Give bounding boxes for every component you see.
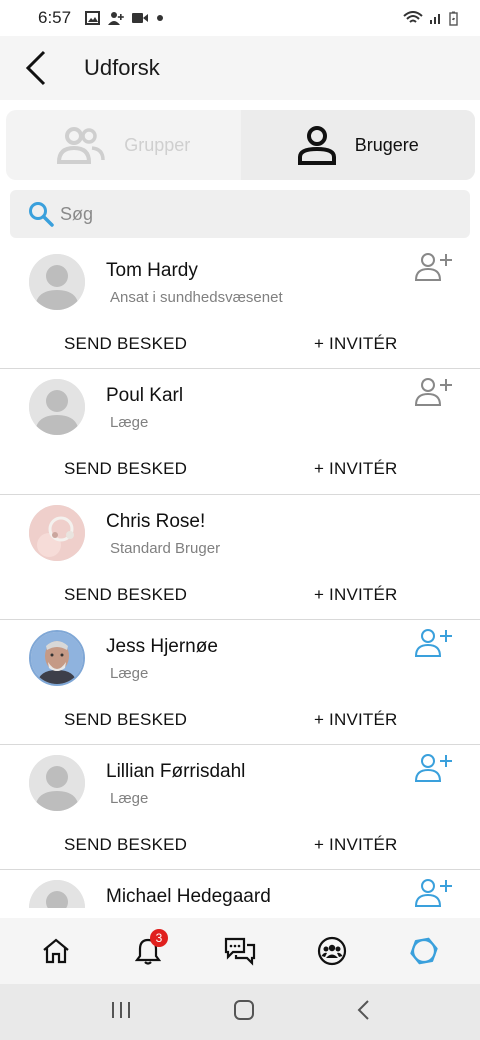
status-bar: 6:57 bbox=[0, 0, 480, 36]
invite-button[interactable]: + INVITÉR bbox=[314, 334, 398, 354]
chat-icon bbox=[224, 937, 256, 966]
profile-icon bbox=[410, 937, 438, 965]
user-role: Læge bbox=[110, 790, 149, 808]
user-role: Standard Bruger bbox=[110, 539, 221, 557]
tab-brugere-label: Brugere bbox=[354, 134, 419, 155]
user-name: Chris Rose! bbox=[106, 510, 206, 532]
send-message-button[interactable]: SEND BESKED bbox=[64, 334, 187, 354]
add-friend-icon[interactable] bbox=[414, 377, 454, 407]
avatar[interactable] bbox=[29, 755, 85, 812]
avatar[interactable] bbox=[29, 379, 85, 436]
user-role: Læge bbox=[110, 414, 149, 432]
user-role: Ansat i sundhedsvæsenet bbox=[110, 289, 283, 306]
invite-button[interactable]: + INVITÉR bbox=[314, 585, 398, 605]
search-input[interactable] bbox=[60, 203, 440, 225]
recents-button[interactable] bbox=[110, 1000, 132, 1025]
add-friend-icon[interactable] bbox=[414, 753, 454, 783]
search-bar bbox=[10, 190, 470, 238]
user-actions: SEND BESKED + INVITÉR bbox=[0, 835, 480, 859]
invite-button[interactable]: + INVITÉR bbox=[314, 710, 398, 730]
avatar[interactable] bbox=[29, 254, 85, 310]
user-name: Lillian Førrisdahl bbox=[106, 761, 246, 783]
user-card: Lillian Førrisdahl Læge SEND BESKED + IN… bbox=[0, 745, 480, 871]
groups-outline-icon bbox=[57, 127, 105, 164]
page-title: Udforsk bbox=[84, 55, 160, 80]
recents-icon bbox=[112, 1001, 131, 1018]
user-card: Michael Hedegaard bbox=[0, 870, 480, 908]
system-nav bbox=[0, 984, 480, 1040]
user-actions: SEND BESKED + INVITÉR bbox=[0, 710, 480, 734]
user-actions: SEND BESKED + INVITÉR bbox=[0, 585, 480, 609]
add-friend-icon[interactable] bbox=[414, 628, 454, 658]
battery-icon bbox=[449, 11, 458, 26]
user-list: Tom Hardy Ansat i sundhedsvæsenet SEND B… bbox=[0, 244, 480, 908]
user-card: Chris Rose! Standard Bruger SEND BESKED … bbox=[0, 495, 480, 620]
nav-home[interactable] bbox=[26, 921, 86, 981]
nav-messages[interactable] bbox=[210, 921, 270, 981]
back-arrow-icon bbox=[25, 50, 46, 86]
nav-groups[interactable] bbox=[302, 921, 362, 981]
app-header: Udforsk bbox=[0, 36, 480, 100]
status-time: 6:57 bbox=[38, 8, 72, 27]
user-card: Jess Hjernøe Læge SEND BESKED + INVITÉR bbox=[0, 620, 480, 746]
groups-icon bbox=[317, 936, 347, 966]
tab-grupper-label: Grupper bbox=[124, 134, 191, 155]
person-add-status-icon bbox=[108, 12, 124, 25]
search-icon bbox=[29, 202, 54, 227]
user-name: Tom Hardy bbox=[106, 260, 198, 281]
user-name: Michael Hedegaard bbox=[106, 886, 271, 908]
signal-icon bbox=[430, 14, 440, 24]
back-system-icon bbox=[357, 999, 369, 1020]
person-outline-icon bbox=[297, 126, 336, 165]
dot-icon bbox=[157, 15, 164, 21]
avatar[interactable] bbox=[29, 629, 85, 686]
home-icon bbox=[43, 938, 69, 964]
invite-button[interactable]: + INVITÉR bbox=[314, 835, 398, 855]
status-notification-icons bbox=[85, 11, 164, 25]
video-icon bbox=[132, 13, 149, 23]
home-system-button[interactable] bbox=[233, 999, 255, 1026]
home-system-icon bbox=[233, 999, 254, 1020]
add-friend-icon[interactable] bbox=[414, 252, 454, 282]
send-message-button[interactable]: SEND BESKED bbox=[64, 585, 187, 605]
send-message-button[interactable]: SEND BESKED bbox=[64, 710, 187, 730]
notification-badge: 3 bbox=[150, 929, 168, 947]
send-message-button[interactable]: SEND BESKED bbox=[64, 459, 187, 479]
avatar[interactable] bbox=[29, 504, 85, 561]
avatar[interactable] bbox=[29, 880, 85, 908]
user-card: Tom Hardy Ansat i sundhedsvæsenet SEND B… bbox=[0, 244, 480, 370]
gallery-icon bbox=[85, 11, 101, 25]
user-name: Poul Karl bbox=[106, 385, 184, 407]
user-name: Jess Hjernøe bbox=[106, 635, 218, 657]
add-friend-icon[interactable] bbox=[414, 878, 454, 908]
back-button[interactable] bbox=[6, 36, 66, 100]
wifi-icon bbox=[403, 11, 423, 23]
nav-profile[interactable] bbox=[394, 921, 454, 981]
tab-brugere[interactable]: Brugere bbox=[240, 110, 475, 180]
send-message-button[interactable]: SEND BESKED bbox=[64, 835, 187, 855]
user-actions: SEND BESKED + INVITÉR bbox=[0, 459, 480, 483]
back-system-button[interactable] bbox=[356, 999, 370, 1026]
tab-grupper[interactable]: Grupper bbox=[6, 110, 241, 180]
nav-notifications[interactable]: 3 bbox=[118, 921, 178, 981]
user-actions: SEND BESKED + INVITÉR bbox=[0, 334, 480, 358]
segmented-control: Grupper Brugere bbox=[6, 110, 475, 180]
status-system-icons bbox=[403, 11, 458, 26]
invite-button[interactable]: + INVITÉR bbox=[314, 459, 398, 479]
user-card: Poul Karl Læge SEND BESKED + INVITÉR bbox=[0, 369, 480, 495]
bottom-nav: 3 bbox=[0, 918, 480, 984]
user-role: Læge bbox=[110, 664, 149, 682]
